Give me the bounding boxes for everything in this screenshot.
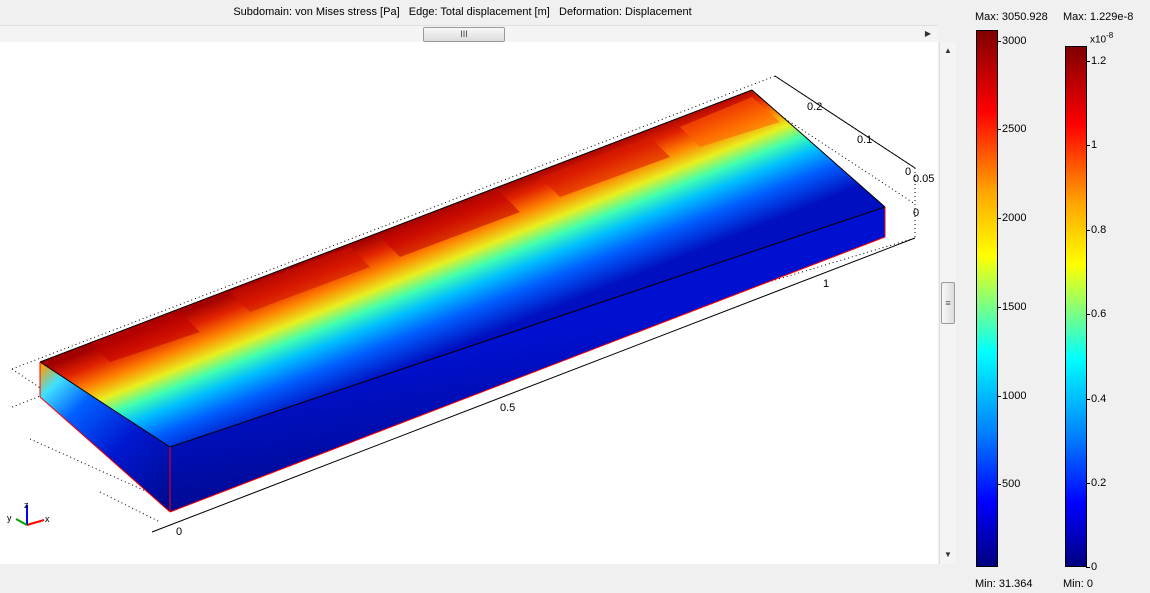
stress-tick: 2500 (1002, 123, 1027, 135)
3d-beam-plot[interactable]: 0 0.5 1 0.2 0.1 0 0.05 0 x z y (0, 42, 938, 564)
triad-x-label: x (45, 514, 50, 524)
y-axis-label-0-1: 0.1 (857, 134, 872, 146)
stress-tick: 2000 (1002, 212, 1027, 224)
z-axis-label-0-05: 0.05 (913, 173, 934, 185)
displacement-colorbar-max: Max: 1.229e-8 (1063, 11, 1134, 23)
scroll-up-arrow-icon[interactable]: ▲ (940, 44, 956, 58)
displacement-tick: 0.8 (1091, 224, 1107, 236)
horizontal-scrollbar[interactable]: III ▶ (0, 25, 938, 43)
stress-colorbar (976, 30, 998, 567)
triad-y-label: y (7, 513, 12, 523)
triad-x-icon (26, 519, 45, 526)
scroll-down-arrow-icon[interactable]: ▼ (940, 548, 956, 562)
x-axis-label-0: 0 (176, 526, 182, 538)
y-axis-label-0-2: 0.2 (807, 101, 822, 113)
triad-z-label: z (24, 500, 29, 510)
plot-title: Subdomain: von Mises stress [Pa] Edge: T… (233, 6, 692, 18)
axis-triad: x z y (7, 500, 50, 526)
displacement-tick: 1.2 (1091, 55, 1107, 67)
displacement-tick: 0.2 (1091, 477, 1107, 489)
displacement-tick: 0.6 (1091, 308, 1107, 320)
stress-tick: 1500 (1002, 301, 1027, 313)
stress-tick: 1000 (1002, 390, 1027, 402)
3d-plot-viewport[interactable]: 0 0.5 1 0.2 0.1 0 0.05 0 x z y (0, 42, 938, 564)
stress-tick: 3000 (1002, 35, 1027, 47)
displacement-tick: 0.4 (1091, 393, 1107, 405)
x-axis-label-0-5: 0.5 (500, 402, 515, 414)
stress-tick: 500 (1002, 478, 1021, 490)
stress-colorbar-max: Max: 3050.928 (975, 11, 1048, 23)
y-axis-label-0: 0 (905, 166, 911, 178)
stress-colorbar-min: Min: 31.364 (975, 578, 1033, 590)
vertical-scrollbar[interactable]: ▲ ≡ ▼ (939, 42, 956, 564)
displacement-tick: 0 (1091, 561, 1098, 573)
x-axis-label-1: 1 (823, 278, 829, 290)
displacement-colorbar (1065, 46, 1087, 567)
scroll-right-arrow-icon[interactable]: ▶ (922, 26, 934, 42)
horizontal-scroll-thumb[interactable]: III (423, 27, 505, 42)
displacement-colorbar-exponent: x10-8 (1090, 31, 1114, 46)
z-axis-label-0: 0 (913, 207, 919, 219)
triad-y-icon (15, 518, 28, 526)
displacement-colorbar-min: Min: 0 (1063, 578, 1093, 590)
vertical-scroll-thumb[interactable]: ≡ (941, 282, 955, 324)
displacement-tick: 1 (1091, 139, 1098, 151)
